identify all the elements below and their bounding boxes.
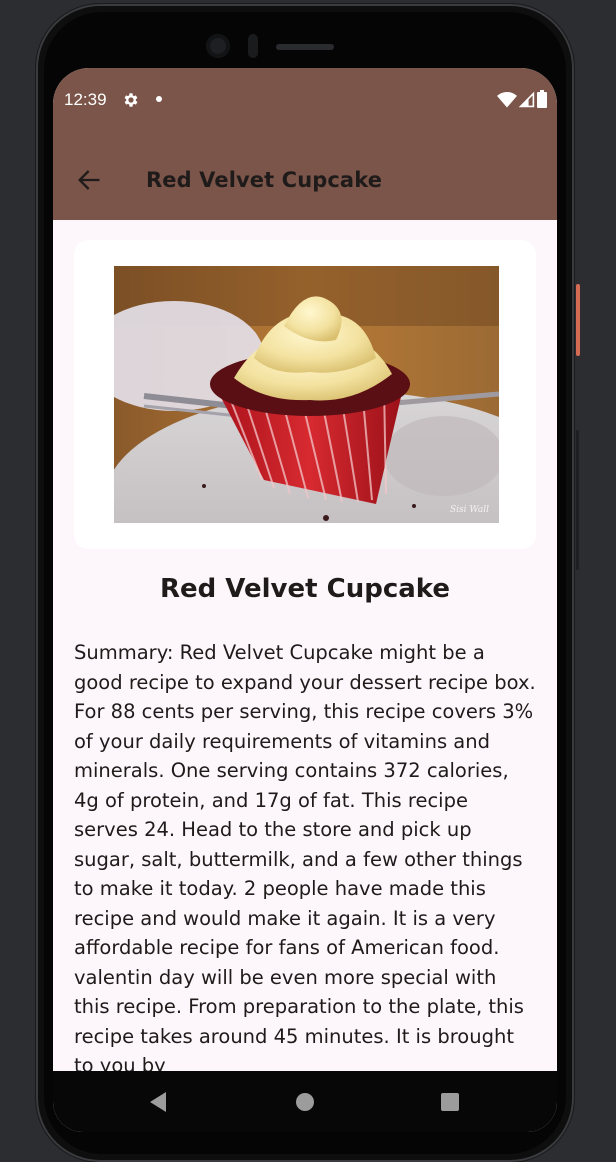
status-time: 12:39: [64, 90, 107, 109]
volume-button[interactable]: [576, 430, 579, 570]
image-watermark: Sisi Wall: [450, 505, 489, 515]
proximity-sensor: [248, 34, 258, 58]
front-camera: [206, 34, 230, 58]
system-nav-bar: [53, 1071, 557, 1132]
signal-icon: [519, 91, 535, 108]
recipe-image-card: Sisi Wall: [74, 240, 536, 549]
gear-icon: [124, 93, 138, 107]
status-bar: 12:39: [53, 68, 557, 132]
battery-icon: [537, 90, 547, 108]
cupcake-photo: Sisi Wall: [114, 266, 499, 523]
recipe-summary: Summary: Red Velvet Cupcake might be a g…: [74, 641, 536, 1071]
app-bar-title: Red Velvet Cupcake: [146, 168, 383, 192]
power-button[interactable]: [576, 284, 580, 356]
app-bar: Red Velvet Cupcake: [53, 132, 557, 220]
screen: 12:39 Red Velvet Cupcake Sisi Wall Red V…: [53, 68, 557, 1132]
wifi-icon: [497, 92, 517, 108]
notification-dot: [156, 96, 162, 102]
nav-recents-icon[interactable]: [441, 1093, 459, 1111]
back-arrow-icon[interactable]: [75, 166, 103, 194]
earpiece-speaker: [276, 44, 334, 50]
nav-home-icon[interactable]: [296, 1093, 314, 1111]
recipe-title: Red Velvet Cupcake: [159, 574, 450, 604]
nav-back-icon[interactable]: [148, 1091, 168, 1113]
recipe-image: Sisi Wall: [114, 266, 499, 523]
recipe-detail-content[interactable]: Sisi Wall Red Velvet Cupcake Summary: Re…: [53, 220, 557, 1071]
